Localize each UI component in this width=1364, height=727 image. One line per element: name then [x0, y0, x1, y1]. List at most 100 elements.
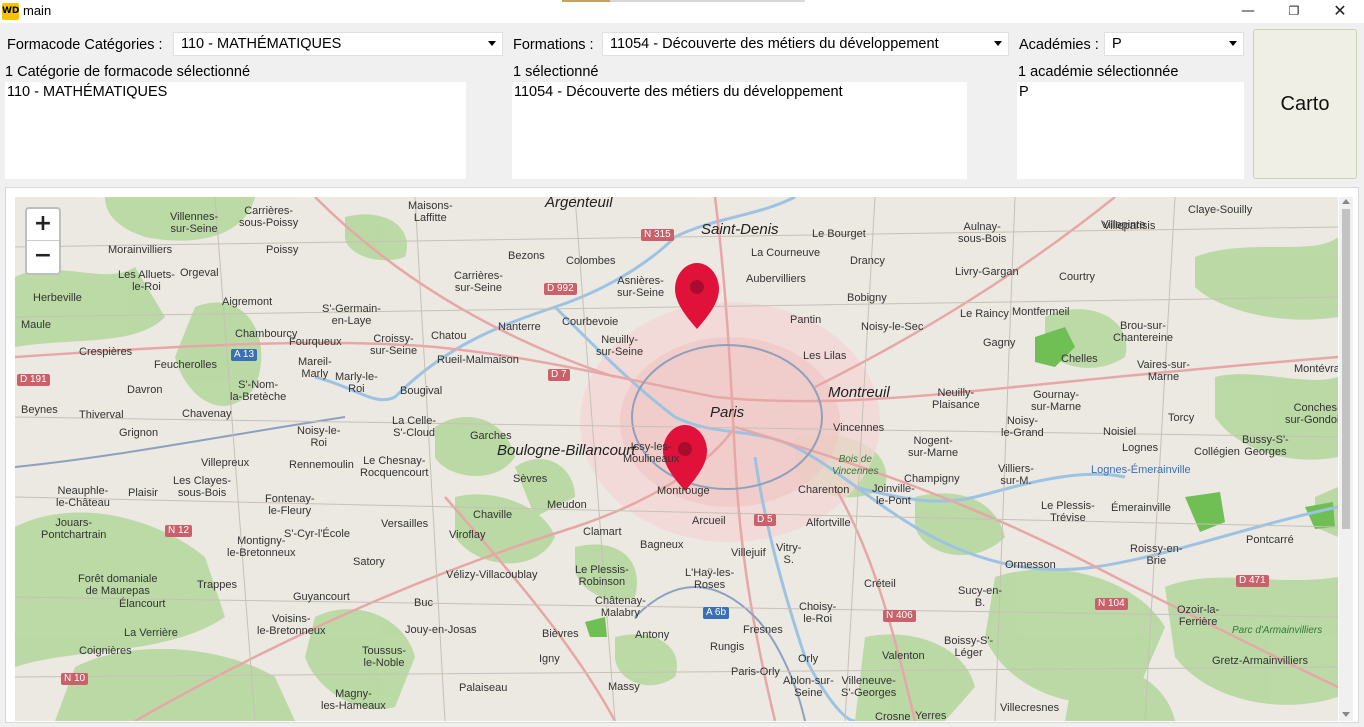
map-label: Guyancourt	[293, 591, 350, 603]
map-label: Orly	[798, 653, 819, 665]
scrollbar-thumb[interactable]	[1342, 209, 1350, 529]
map-label: Colombes	[566, 255, 616, 267]
map-label: Alfortville	[806, 517, 851, 529]
app-icon: WD	[2, 3, 19, 20]
categories-list[interactable]: 110 - MATHÉMATIQUES	[5, 82, 466, 179]
carto-button[interactable]: Carto	[1253, 29, 1357, 179]
map-label: Mareil- Marly	[298, 356, 332, 380]
road-shield: D 471	[1236, 575, 1269, 587]
list-item[interactable]: 11054 - Découverte des métiers du dévelo…	[514, 84, 843, 100]
list-item[interactable]: 110 - MATHÉMATIQUES	[7, 84, 167, 100]
map-label: Meudon	[547, 499, 587, 511]
road-shield: N 10	[61, 673, 89, 685]
map-label: Neauphle-le-Château	[56, 485, 110, 509]
formations-label: Formations :	[513, 37, 594, 53]
map-label: La Verrière	[124, 627, 178, 639]
map-label: Issy-les- Moulineaux	[623, 441, 680, 465]
map-label: Viroflay	[449, 529, 486, 541]
map-label: Pantin	[790, 314, 822, 326]
academies-list[interactable]: P	[1017, 82, 1244, 179]
map-view[interactable]: Argenteuil Saint-Denis Paris Boulogne-Bi…	[15, 197, 1338, 721]
map-label: Magny-les-Hameaux	[321, 688, 386, 712]
map-label: Chaville	[473, 509, 513, 521]
map-label: S'-Germain-en-Laye	[322, 303, 381, 327]
map-label: Brou-sur- Chantereine	[1113, 320, 1173, 344]
map-label: Villepreux	[201, 457, 250, 469]
map-label: Vaires-sur- Marne	[1137, 359, 1190, 383]
map-label: Aulnay-sous-Bois	[958, 221, 1007, 245]
map-label: Davron	[127, 384, 163, 396]
categories-combobox[interactable]: 110 - MATHÉMATIQUES	[173, 32, 503, 56]
map-label: Bobigny	[847, 292, 887, 304]
zoom-in-button[interactable]: +	[27, 209, 59, 241]
map-label: Villeparisis	[1103, 220, 1156, 232]
map-label: Montfermeil	[1012, 306, 1070, 318]
zoom-out-button[interactable]: −	[27, 241, 59, 272]
map-label: Livry-Gargan	[955, 266, 1019, 278]
map-label: Thiverval	[79, 409, 124, 421]
map-label: Villeneuve- S'-Georges	[841, 675, 897, 699]
map-label: S'-Nom-la-Bretèche	[230, 379, 287, 403]
map-label: Bezons	[508, 250, 545, 262]
map-label: Joinville-le-Pont	[872, 483, 915, 507]
map-label: Noisiel	[1103, 426, 1137, 438]
map-label: Le Plessis- Robinson	[575, 564, 629, 588]
map-label: Argenteuil	[545, 197, 613, 211]
map-label: Grignon	[119, 427, 159, 439]
road-shield: D 992	[544, 283, 577, 295]
map-label: Gournay-sur-Marne	[1031, 389, 1082, 413]
map-label: Aigremont	[222, 296, 273, 308]
road-shield: A 13	[231, 349, 258, 361]
close-button[interactable]: ✕	[1317, 0, 1363, 23]
map-label: Vitry- S.	[776, 542, 802, 566]
map-label: Créteil	[864, 578, 896, 590]
academies-combobox[interactable]: P	[1104, 32, 1244, 56]
map-label: Igny	[539, 653, 560, 665]
map-label: Villecresnes	[1000, 702, 1060, 714]
categories-label: Formacode Catégories :	[7, 37, 163, 53]
scroll-up-icon[interactable]	[1342, 199, 1350, 204]
map-label: Aubervilliers	[746, 273, 806, 285]
chevron-down-icon[interactable]	[1229, 41, 1237, 46]
map-label: Toussus-le-Noble	[362, 645, 407, 669]
map-label: Noisy-le-Grand	[1001, 415, 1044, 439]
map-label: Sèvres	[513, 473, 548, 485]
road-shield: D 7	[548, 369, 570, 381]
map-label: Jouy-en-Josas	[405, 624, 477, 636]
maximize-button[interactable]: ❐	[1271, 0, 1317, 23]
map-label: Herbeville	[33, 292, 82, 304]
chevron-down-icon[interactable]	[994, 41, 1002, 46]
formations-list[interactable]: 11054 - Découverte des métiers du dévelo…	[512, 82, 967, 179]
map-label: Les Lilas	[803, 350, 847, 362]
map-label: Courtry	[1059, 271, 1096, 283]
map-label: Pontcarré	[1246, 534, 1294, 546]
road-shield: A 6b	[703, 607, 730, 619]
map-label: Villejuif	[731, 547, 766, 559]
map-label: Bièvres	[542, 628, 579, 640]
map-label: Parc d'Armainvilliers	[1232, 625, 1323, 636]
map-label: Chatou	[431, 330, 467, 342]
map-label: Versailles	[381, 518, 429, 530]
map-scrollbar[interactable]	[1339, 197, 1353, 721]
map-label: Garches	[470, 430, 512, 442]
title-accent	[562, 0, 610, 2]
map-label: Les Alluets-le-Roi	[118, 269, 175, 293]
list-item[interactable]: P	[1019, 84, 1029, 100]
map-label: Le Bourget	[812, 228, 866, 240]
formations-combobox[interactable]: 11054 - Découverte des métiers du dévelo…	[602, 32, 1009, 56]
map-label: Villennes-sur-Seine	[170, 211, 219, 235]
map-label: Montrouge	[657, 485, 710, 497]
map-label: Palaiseau	[459, 682, 508, 694]
map-label: Boissy-S'- Léger	[944, 635, 994, 659]
map-container: Argenteuil Saint-Denis Paris Boulogne-Bi…	[5, 187, 1359, 723]
map-label: Jouars- Pontchartrain	[41, 517, 107, 541]
map-label: Coignières	[79, 645, 132, 657]
map-label: Massy	[608, 681, 640, 693]
chevron-down-icon[interactable]	[488, 41, 496, 46]
map-label: Valenton	[882, 650, 925, 662]
scroll-down-icon[interactable]	[1342, 712, 1350, 717]
map-label: Vélizy-Villacoublay	[446, 569, 538, 581]
minimize-button[interactable]: —	[1225, 0, 1271, 23]
map-label: Bois de Vincennes	[832, 454, 879, 477]
academies-selected-value: P	[1112, 36, 1122, 52]
